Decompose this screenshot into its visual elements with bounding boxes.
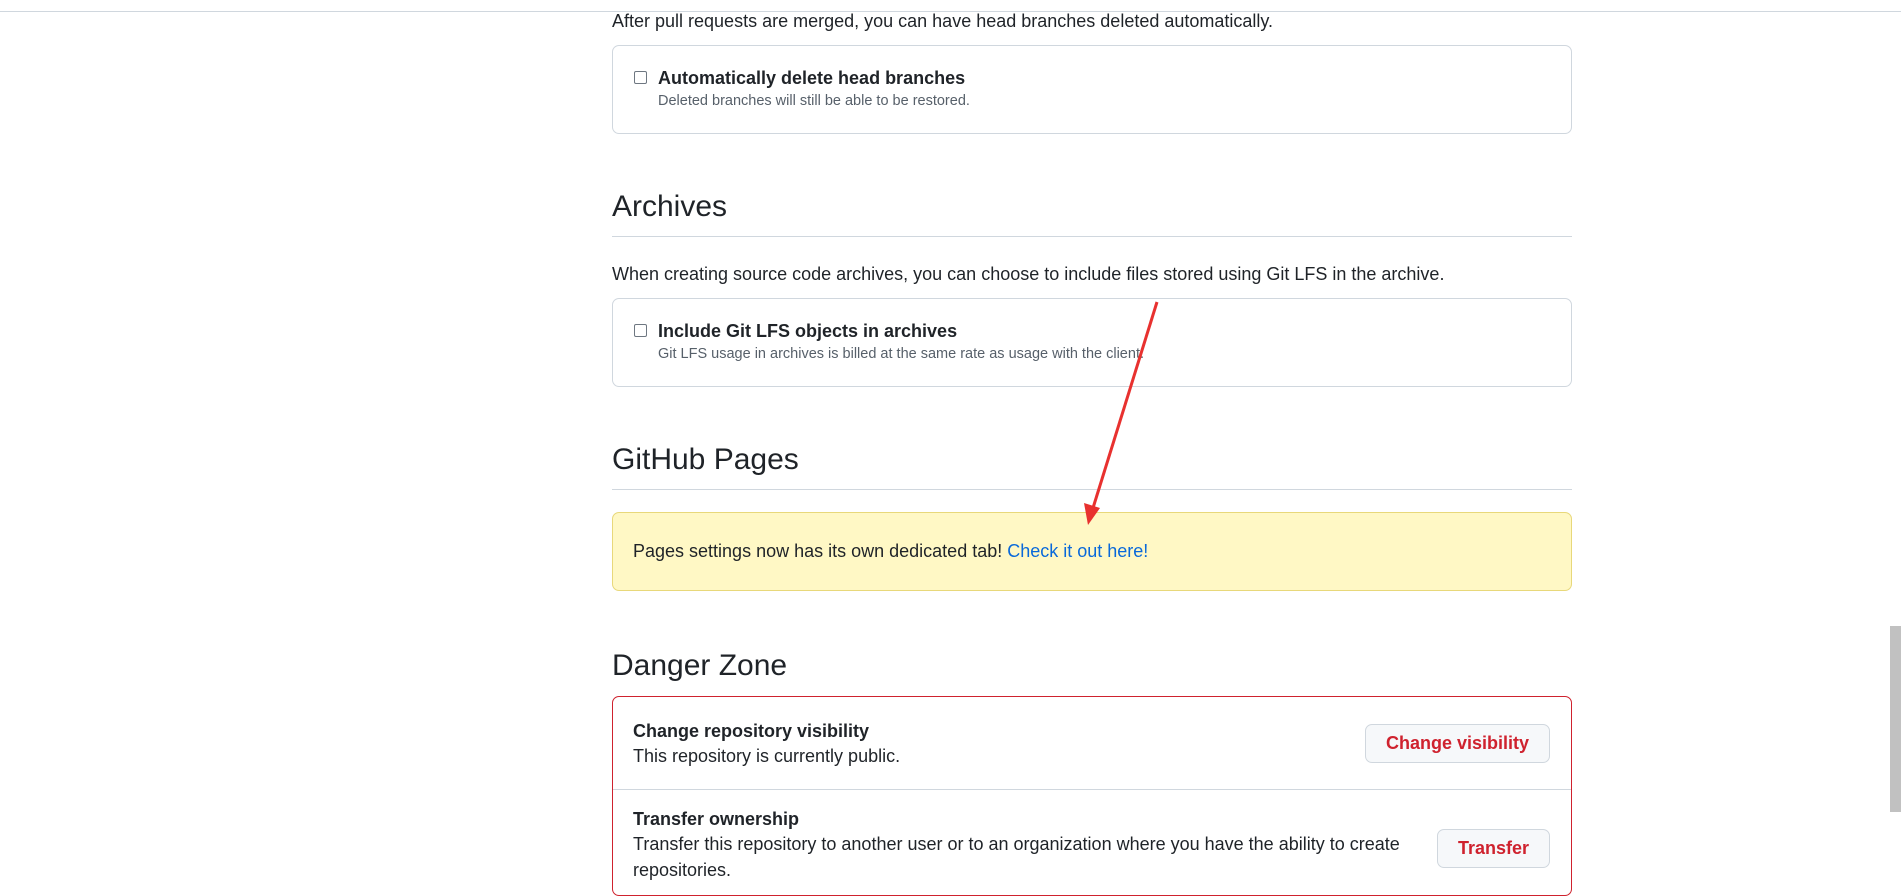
lfs-archives-checkbox[interactable] [634,324,647,337]
archives-description: When creating source code archives, you … [612,264,1445,284]
danger-zone-box: Change repository visibility This reposi… [612,696,1572,896]
danger-zone-heading: Danger Zone [612,649,788,682]
change-visibility-button[interactable]: Change visibility [1364,724,1550,763]
archives-heading: Archives [612,188,1572,237]
delete-branches-option: Automatically delete head branches Delet… [613,46,1571,133]
pages-heading: GitHub Pages [612,441,1572,490]
lfs-archives-option: Include Git LFS objects in archives Git … [613,299,1571,386]
transfer-ownership-text: Transfer this repository to another user… [633,834,1400,880]
change-visibility-row: Change repository visibility This reposi… [613,697,1571,790]
delete-branches-note: Deleted branches will still be able to b… [658,93,970,109]
pages-flash-text: Pages settings now has its own dedicated… [633,541,1003,561]
transfer-ownership-title: Transfer ownership [633,809,800,829]
pages-flash-notice: Pages settings now has its own dedicated… [612,512,1572,591]
page-scrollbar[interactable] [1890,626,1901,812]
transfer-ownership-row: Transfer ownership Transfer this reposit… [613,790,1571,895]
transfer-button[interactable]: Transfer [1436,829,1550,868]
pages-settings-link[interactable]: Check it out here! [1007,541,1148,562]
lfs-archives-label[interactable]: Include Git LFS objects in archives [658,319,1551,343]
delete-branches-label[interactable]: Automatically delete head branches [658,66,1551,90]
lfs-archives-box: Include Git LFS objects in archives Git … [612,298,1572,387]
lfs-archives-note: Git LFS usage in archives is billed at t… [658,346,1144,362]
delete-branches-box: Automatically delete head branches Delet… [612,45,1572,134]
merge-description: After pull requests are merged, you can … [612,11,1274,31]
delete-branches-checkbox[interactable] [634,71,647,84]
